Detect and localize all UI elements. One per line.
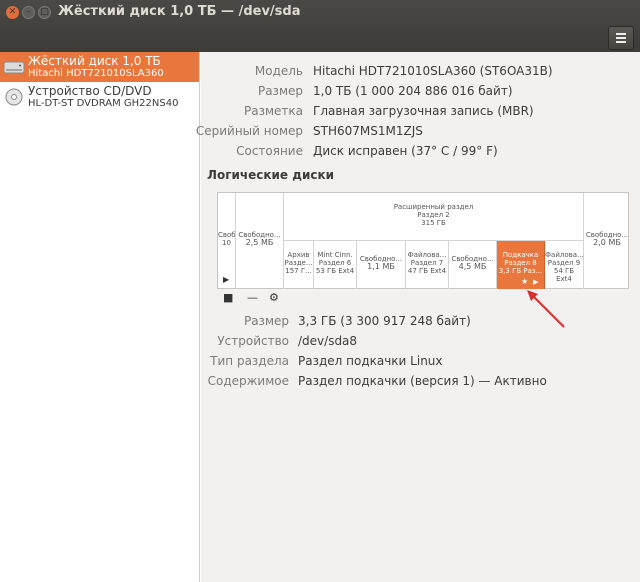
disk-assessment-value: Диск исправен (37° C / 99° F)	[313, 144, 498, 158]
volumes-heading: Логические диски	[207, 168, 335, 182]
app-menu-button[interactable]	[608, 26, 634, 50]
partition-segment[interactable]: Архив Разде... 157 Г...	[284, 241, 314, 289]
volume-contents-value: Раздел подкачки (версия 1) — Активно	[298, 374, 547, 388]
disk-model-label: Модель	[254, 64, 303, 78]
disk-size-row: Размер 1,0 ТБ (1 000 204 886 016 байт)	[201, 84, 631, 100]
volume-contents-label: Содержимое	[207, 374, 289, 388]
close-window-button[interactable]: ✕	[6, 6, 19, 19]
partition-segment[interactable]: Файлова... Раздел 9 54 ГБ Ext4	[545, 241, 584, 289]
disk-assessment-row: Состояние Диск исправен (37° C / 99° F)	[201, 144, 631, 160]
gear-icon[interactable]: ⚙	[269, 291, 279, 304]
device-sidebar: Жёсткий диск 1,0 ТБ Hitachi HDT721010SLA…	[0, 52, 200, 582]
disk-serial-label: Серийный номер	[195, 124, 303, 138]
volume-size-row: Размер 3,3 ГБ (3 300 917 248 байт)	[201, 314, 631, 330]
volume-device-row: Устройство /dev/sda8	[201, 334, 631, 350]
device-item-cd-dvd[interactable]: Устройство CD/DVD HL-DT-ST DVDRAM GH22NS…	[0, 82, 199, 112]
partition-segment[interactable]: Файлова... Раздел 7 47 ГБ Ext4	[406, 241, 449, 289]
volume-contents-row: Содержимое Раздел подкачки (версия 1) — …	[201, 374, 631, 390]
disk-serial-value: STH607MS1M1ZJS	[313, 124, 423, 138]
stop-button[interactable]: ■	[223, 291, 233, 304]
device-name: Устройство CD/DVD	[28, 84, 152, 98]
hamburger-icon	[616, 33, 626, 35]
maximize-window-button[interactable]: □	[38, 6, 51, 19]
window-title: Жёсткий диск 1,0 ТБ — /dev/sda	[58, 4, 301, 19]
disk-assessment-label: Состояние	[236, 144, 303, 158]
disk-model-row: Модель Hitachi HDT721010SLA360 (ST6OA31B…	[201, 64, 631, 80]
volume-size-value: 3,3 ГБ (3 300 917 248 байт)	[298, 314, 471, 328]
disk-details-panel: Модель Hitachi HDT721010SLA360 (ST6OA31B…	[196, 52, 640, 582]
device-model: HL-DT-ST DVDRAM GH22NS40	[28, 98, 179, 109]
disk-model-value: Hitachi HDT721010SLA360 (ST6OA31B)	[313, 64, 553, 78]
disk-partitioning-row: Разметка Главная загрузочная запись (MBR…	[201, 104, 631, 120]
partition-segment[interactable]: Свободно... 2,0 МБ	[584, 193, 630, 289]
partition-segment[interactable]: Mint Cinn. Раздел 6 53 ГБ Ext4	[314, 241, 357, 289]
partition-segment[interactable]: Свободно... 2,5 МБ	[236, 193, 284, 289]
partition-map: Своб 10 Свободно... 2,5 МБ Расширенный р…	[217, 192, 629, 289]
device-name: Жёсткий диск 1,0 ТБ	[28, 54, 161, 68]
header-toolbar	[0, 24, 640, 52]
minimize-window-button[interactable]: –	[22, 6, 35, 19]
optical-disc-icon	[5, 88, 23, 106]
volume-size-label: Размер	[243, 314, 289, 328]
volume-type-label: Тип раздела	[210, 354, 289, 368]
volume-device-value: /dev/sda8	[298, 334, 358, 348]
device-model: Hitachi HDT721010SLA360	[28, 68, 164, 79]
volume-type-value: Раздел подкачки Linux	[298, 354, 443, 368]
extended-partition-segment[interactable]: Расширенный раздел Раздел 2 315 ГБ	[284, 193, 584, 241]
delete-partition-button[interactable]: —	[247, 291, 258, 304]
disk-partitioning-value: Главная загрузочная запись (MBR)	[313, 104, 534, 118]
disk-partitioning-label: Разметка	[244, 104, 303, 118]
disk-size-value: 1,0 ТБ (1 000 204 886 016 байт)	[313, 84, 513, 98]
partition-segment-selected[interactable]: Подкачка Раздел 8 3,3 ГБ Раз... ★ ▶	[497, 241, 545, 289]
hard-disk-icon	[3, 61, 25, 74]
volume-device-label: Устройство	[217, 334, 289, 348]
disk-serial-row: Серийный номер STH607MS1M1ZJS	[196, 124, 631, 140]
partition-segment[interactable]: Свободно... 4,5 МБ	[449, 241, 497, 289]
volume-type-row: Тип раздела Раздел подкачки Linux	[201, 354, 631, 370]
disk-size-label: Размер	[257, 84, 303, 98]
partition-segment[interactable]: Свободно... 1,1 МБ	[357, 241, 406, 289]
title-bar: ✕ – □ Жёсткий диск 1,0 ТБ — /dev/sda	[0, 0, 640, 52]
play-icon: ▶	[223, 275, 230, 284]
device-item-hard-disk[interactable]: Жёсткий диск 1,0 ТБ Hitachi HDT721010SLA…	[0, 52, 199, 82]
